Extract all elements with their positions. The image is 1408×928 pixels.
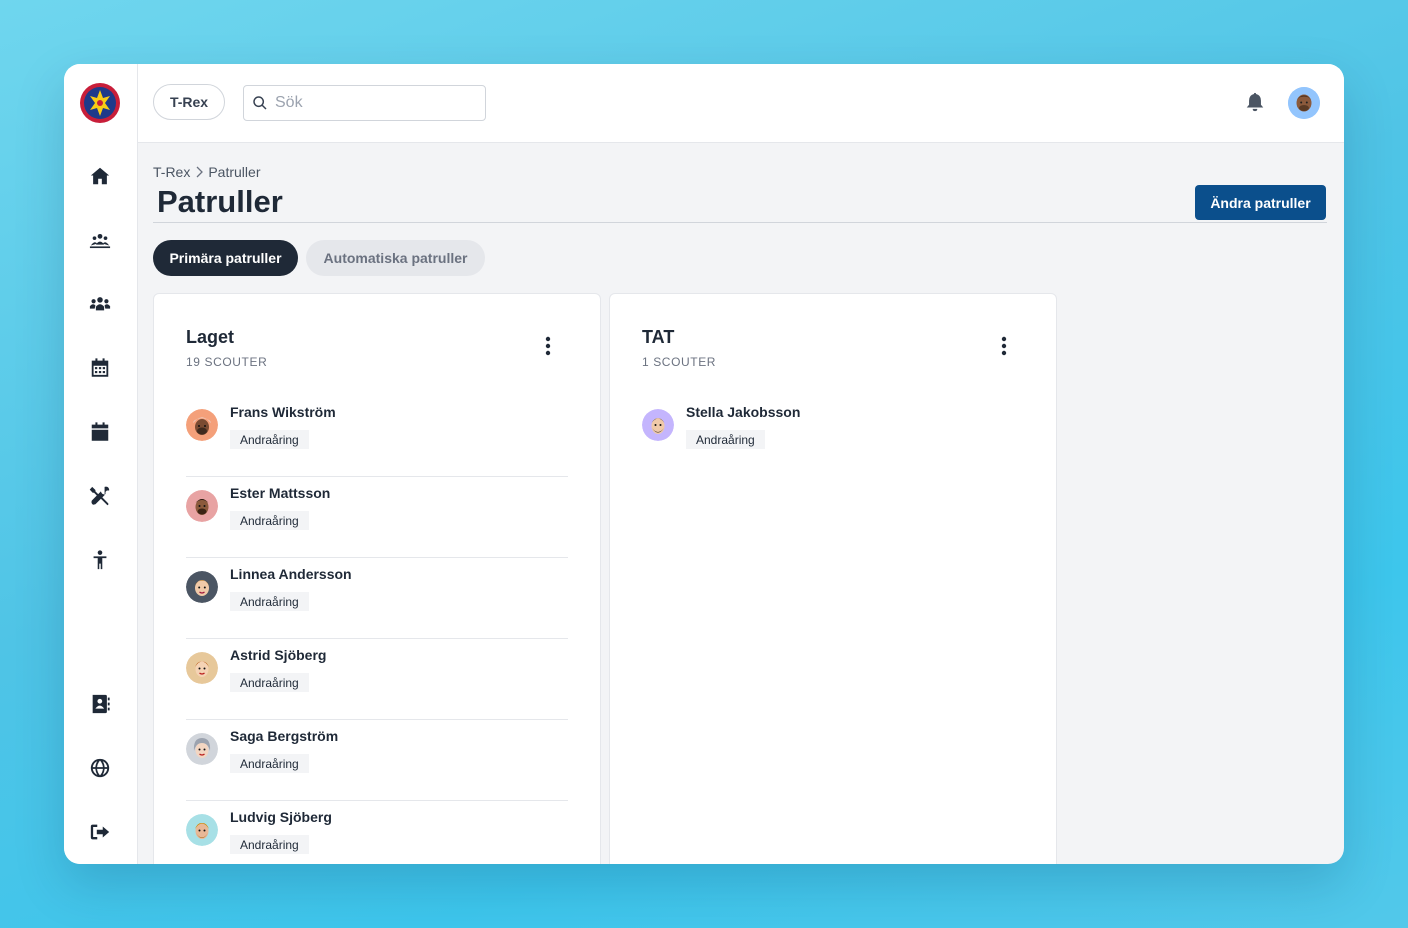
member-name: Frans Wikström xyxy=(230,404,336,420)
member-badge: Andraåring xyxy=(230,835,309,854)
search-box[interactable] xyxy=(243,85,486,121)
globe-icon[interactable] xyxy=(88,756,112,780)
member-name: Ludvig Sjöberg xyxy=(230,809,332,825)
patrol-count: 1 SCOUTER xyxy=(642,355,717,369)
scout-logo[interactable] xyxy=(80,83,120,123)
tab-automatic-patrols[interactable]: Automatiska patruller xyxy=(306,240,485,276)
home-icon[interactable] xyxy=(88,164,112,188)
title-divider xyxy=(153,222,1327,223)
chevron-right-icon xyxy=(196,166,204,178)
search-input[interactable] xyxy=(273,93,477,113)
member-badge: Andraåring xyxy=(230,754,309,773)
member-badge: Andraåring xyxy=(686,430,765,449)
more-options-icon[interactable] xyxy=(538,334,558,358)
member-name: Stella Jakobsson xyxy=(686,404,801,420)
edit-patrols-button[interactable]: Ändra patruller xyxy=(1195,185,1326,220)
sidebar xyxy=(64,64,138,864)
tab-primary-patrols[interactable]: Primära patruller xyxy=(153,240,298,276)
avatar xyxy=(186,814,218,846)
user-avatar[interactable] xyxy=(1288,87,1320,119)
list-item[interactable]: Frans Wikström Andraåring xyxy=(186,396,568,477)
patrol-name: TAT xyxy=(642,327,675,347)
member-name: Astrid Sjöberg xyxy=(230,647,327,663)
member-name: Ester Mattsson xyxy=(230,485,331,501)
avatar xyxy=(186,409,218,441)
calendar-grid-icon[interactable] xyxy=(88,356,112,380)
app-window: T-Rex T-Rex Patruller Patruller Ändra pa… xyxy=(64,64,1344,864)
member-name: Linnea Andersson xyxy=(230,566,352,582)
logout-icon[interactable] xyxy=(88,820,112,844)
breadcrumb: T-Rex Patruller xyxy=(153,164,260,180)
patrol-card-laget: Laget 19 SCOUTER Frans Wikström Andraåri… xyxy=(153,293,601,864)
list-item[interactable]: Saga Bergström Andraåring xyxy=(186,720,568,801)
topbar: T-Rex xyxy=(138,64,1344,143)
search-icon xyxy=(253,96,267,110)
avatar xyxy=(642,409,674,441)
member-badge: Andraåring xyxy=(230,430,309,449)
member-badge: Andraåring xyxy=(230,592,309,611)
patrol-name: Laget xyxy=(186,327,235,347)
breadcrumb-current: Patruller xyxy=(208,164,261,180)
list-item[interactable]: Astrid Sjöberg Andraåring xyxy=(186,639,568,720)
org-switcher-button[interactable]: T-Rex xyxy=(153,84,225,120)
more-options-icon[interactable] xyxy=(994,334,1014,358)
patrol-card-tat: TAT 1 SCOUTER Stella Jakobsson Andraårin… xyxy=(609,293,1057,864)
calendar-icon[interactable] xyxy=(88,420,112,444)
member-badge: Andraåring xyxy=(230,673,309,692)
page-title: Patruller xyxy=(157,184,283,219)
member-name: Saga Bergström xyxy=(230,728,339,744)
member-badge: Andraåring xyxy=(230,511,309,530)
breadcrumb-root[interactable]: T-Rex xyxy=(153,164,190,180)
avatar xyxy=(186,733,218,765)
list-item[interactable]: Ludvig Sjöberg Andraåring xyxy=(186,801,568,864)
troop-icon[interactable] xyxy=(88,228,112,252)
patrol-count: 19 SCOUTER xyxy=(186,355,268,369)
child-icon[interactable] xyxy=(88,548,112,572)
list-item[interactable]: Ester Mattsson Andraåring xyxy=(186,477,568,558)
list-item[interactable]: Linnea Andersson Andraåring xyxy=(186,558,568,639)
avatar xyxy=(186,652,218,684)
contact-book-icon[interactable] xyxy=(88,692,112,716)
users-icon[interactable] xyxy=(88,292,112,316)
avatar xyxy=(186,571,218,603)
tools-icon[interactable] xyxy=(88,484,112,508)
list-item[interactable]: Stella Jakobsson Andraåring xyxy=(642,396,1024,477)
bell-icon[interactable] xyxy=(1244,91,1266,113)
avatar xyxy=(186,490,218,522)
